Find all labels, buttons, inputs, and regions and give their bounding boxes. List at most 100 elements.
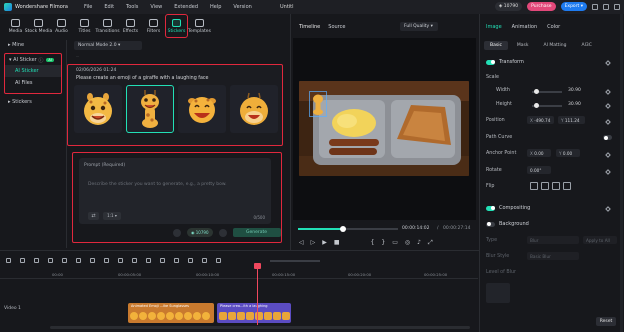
keyframe-icon[interactable]: [605, 103, 611, 109]
aspect-ratio-dropdown[interactable]: 1:1 ▾: [103, 212, 121, 220]
width-slider-knob[interactable]: [534, 89, 539, 94]
subtab-ai3c[interactable]: AI3C: [575, 41, 597, 50]
prompt-textarea[interactable]: Prompt (Required) Describe the sticker y…: [79, 158, 271, 224]
text-icon[interactable]: [104, 258, 109, 263]
close-icon[interactable]: [614, 3, 620, 10]
sidebar-group-ai-sticker[interactable]: ▾ AI Sticker ⓘ AI: [5, 55, 61, 65]
effect-icon[interactable]: [188, 258, 193, 263]
sticker-thumbnail-4[interactable]: [230, 85, 278, 133]
mask-icon[interactable]: [174, 258, 179, 263]
tool-stickers[interactable]: Stickers: [165, 14, 188, 38]
menu-extended[interactable]: Extended: [174, 4, 198, 10]
keyframe-icon[interactable]: [605, 206, 611, 212]
timeline-playhead[interactable]: [254, 263, 261, 325]
next-frame-icon[interactable]: ▷: [311, 239, 316, 247]
menu-tools[interactable]: Tools: [126, 4, 138, 10]
menu-help[interactable]: Help: [210, 4, 221, 10]
tool-media[interactable]: Media: [4, 14, 27, 38]
transform-toggle[interactable]: [486, 59, 495, 65]
delete-icon[interactable]: [62, 258, 67, 263]
color-icon[interactable]: [132, 258, 137, 263]
purchase-button[interactable]: Purchase: [527, 2, 556, 11]
keyframe-icon[interactable]: [605, 169, 611, 175]
shuffle-button[interactable]: ⇄: [88, 212, 99, 220]
snapshot-icon[interactable]: ◎: [405, 239, 410, 247]
width-slider[interactable]: [532, 89, 562, 94]
zoom-slider[interactable]: [270, 259, 320, 262]
layout-grid-icon[interactable]: [6, 258, 11, 263]
anchor-x-field[interactable]: X 0.00: [527, 149, 551, 157]
sidebar-item-ai-files[interactable]: AI Files: [5, 77, 61, 89]
flip-horizontal-icon[interactable]: [530, 182, 538, 190]
audio-edit-icon[interactable]: [146, 258, 151, 263]
crop-icon[interactable]: [90, 258, 95, 263]
ai-tool-icon[interactable]: [160, 258, 165, 263]
play-icon[interactable]: ▶: [322, 239, 327, 247]
generate-button[interactable]: Generate: [232, 228, 281, 237]
tool-transitions[interactable]: Transitions: [95, 14, 120, 38]
keyframe-tool-icon[interactable]: [202, 258, 207, 263]
mode-dropdown[interactable]: Normal Mode 2.0 ▾: [74, 41, 142, 50]
tool-titles[interactable]: Titles: [73, 14, 96, 38]
height-slider[interactable]: [532, 103, 562, 108]
position-y-field[interactable]: Y 111.24: [558, 116, 585, 124]
sidebar-item-stickers[interactable]: ▸ Stickers: [4, 97, 62, 107]
preview-viewer[interactable]: [293, 38, 476, 220]
compositing-toggle[interactable]: [486, 205, 495, 211]
giraffe-overlay-icon[interactable]: [309, 91, 327, 117]
blur-style-dropdown[interactable]: Basic Blur: [527, 252, 579, 260]
mark-out-icon[interactable]: }: [381, 239, 385, 247]
tab-timeline[interactable]: Timeline: [299, 24, 320, 30]
undo-icon[interactable]: [34, 258, 39, 263]
playback-progress[interactable]: [298, 226, 398, 232]
height-value[interactable]: 30.90: [568, 102, 581, 107]
subtab-ai-matting[interactable]: AI Matting: [538, 41, 573, 50]
tab-animation[interactable]: Animation: [512, 24, 538, 30]
tool-filters[interactable]: Filters: [142, 14, 165, 38]
prev-frame-icon[interactable]: ◁: [299, 239, 304, 247]
position-x-field[interactable]: X -490.74: [527, 116, 554, 124]
flip-vertical-icon[interactable]: [541, 182, 549, 190]
type-dropdown[interactable]: Blur: [527, 236, 579, 244]
path-curve-toggle[interactable]: [603, 135, 612, 140]
clip-giraffe[interactable]: Please crea...ith a laughing: [217, 303, 291, 323]
tool-effects[interactable]: Effects: [119, 14, 142, 38]
sticker-thumbnail-3[interactable]: [178, 85, 226, 133]
select-tool-icon[interactable]: [20, 258, 25, 263]
sidebar-item-mine[interactable]: ▸ Mine: [4, 40, 62, 50]
tool-audio[interactable]: Audio: [50, 14, 73, 38]
display-icon[interactable]: ▭: [392, 239, 398, 247]
split-icon[interactable]: [76, 258, 81, 263]
quality-dropdown[interactable]: Full Quality ▾: [400, 22, 438, 31]
keyframe-icon[interactable]: [605, 89, 611, 95]
sidebar-item-ai-sticker[interactable]: AI Sticker: [5, 65, 61, 77]
subtab-mask[interactable]: Mask: [511, 41, 535, 50]
transform-section[interactable]: Transform: [486, 59, 524, 65]
tab-image[interactable]: Image: [486, 24, 502, 30]
menu-edit[interactable]: Edit: [104, 4, 114, 10]
sticker-thumbnail-2[interactable]: [126, 85, 174, 133]
compositing-section[interactable]: Compositing: [486, 205, 530, 211]
speed-icon[interactable]: [118, 258, 123, 263]
subtab-basic[interactable]: Basic: [484, 41, 508, 50]
tab-source[interactable]: Source: [328, 24, 345, 30]
anchor-y-field[interactable]: Y 0.00: [556, 149, 580, 157]
sticker-thumbnail-1[interactable]: [74, 85, 122, 133]
rotate-left-icon[interactable]: [552, 182, 560, 190]
menu-file[interactable]: File: [84, 4, 92, 10]
background-toggle[interactable]: [486, 221, 495, 227]
clip-emoji-sunglasses[interactable]: Animated Emoji ...ike Sunglasses: [128, 303, 214, 323]
redo-icon[interactable]: [48, 258, 53, 263]
reset-transform-icon[interactable]: [605, 60, 611, 66]
fullscreen-icon[interactable]: ⤢: [428, 239, 433, 247]
minimize-icon[interactable]: [603, 3, 609, 10]
export-button[interactable]: Export ▾: [560, 2, 587, 11]
apply-all-button[interactable]: Apply to All: [583, 236, 617, 244]
refresh-icon[interactable]: [218, 228, 227, 237]
keyframe-icon[interactable]: [605, 152, 611, 158]
rotate-field[interactable]: 0.00°: [527, 166, 551, 174]
rotate-right-icon[interactable]: [563, 182, 571, 190]
timeline-scrollbar[interactable]: [50, 326, 470, 329]
settings-icon[interactable]: [173, 228, 181, 237]
tool-templates[interactable]: Templates: [188, 14, 211, 38]
